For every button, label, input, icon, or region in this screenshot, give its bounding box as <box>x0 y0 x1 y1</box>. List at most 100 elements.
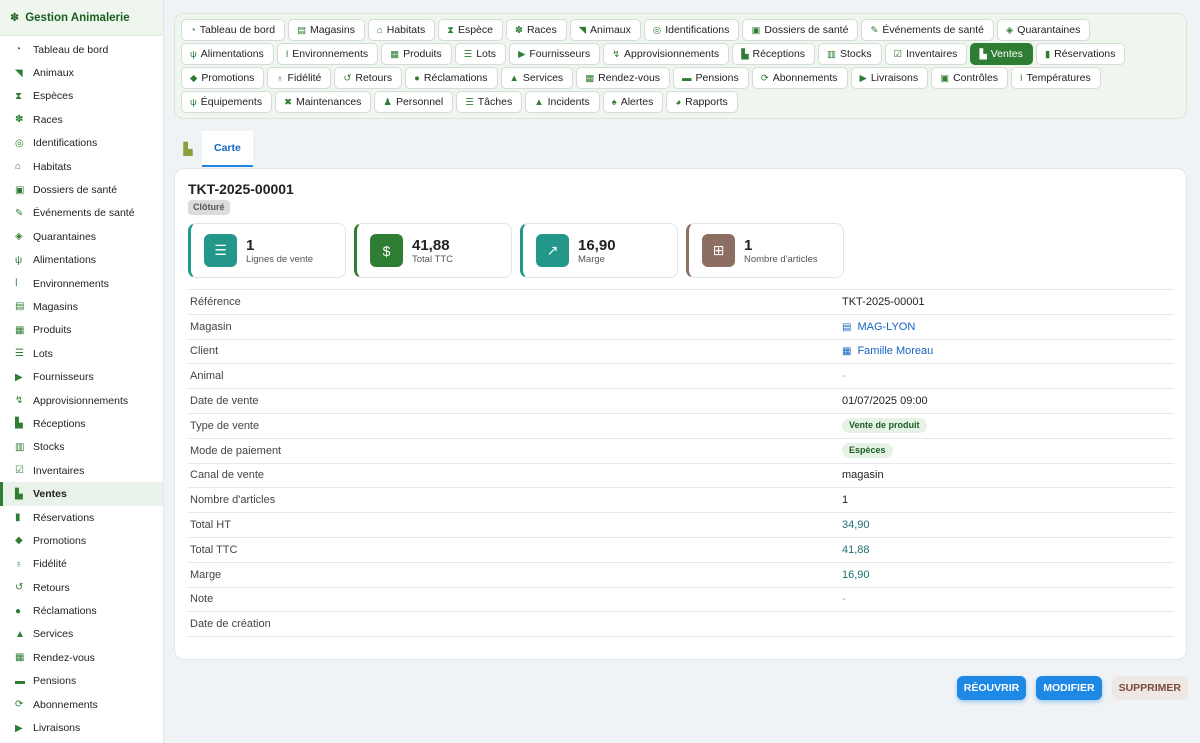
field-link[interactable]: ▤ MAG-LYON <box>842 321 915 333</box>
chip-inventaires[interactable]: ☑ Inventaires <box>884 43 968 65</box>
chip-controles[interactable]: ▣ Contrôles <box>931 67 1009 89</box>
sidebar-item-fournisseurs[interactable]: ▶ Fournisseurs <box>0 365 163 388</box>
sidebar-item-services[interactable]: ▲ Services <box>0 623 163 646</box>
chip-fournisseurs[interactable]: ▶ Fournisseurs <box>509 43 601 65</box>
table-row: Nombre d'articles 1 <box>188 487 1174 514</box>
chip-tableau-de-bord[interactable]: ◔ Tableau de bord <box>181 19 286 41</box>
chip-evenements-de-sante[interactable]: ✎ Événements de santé <box>861 19 994 41</box>
chip-lots[interactable]: ☰ Lots <box>454 43 507 65</box>
sidebar-item-approvisionnements[interactable]: ↯ Approvisionnements <box>0 389 163 412</box>
delete-button[interactable]: SUPPRIMER <box>1111 676 1188 700</box>
sidebar-item-habitats[interactable]: ⌂ Habitats <box>0 155 163 178</box>
chip-taches[interactable]: ☰ Tâches <box>456 91 523 113</box>
sidebar-item-races[interactable]: ✽ Races <box>0 108 163 131</box>
sidebar-item-identifications[interactable]: ◎ Identifications <box>0 132 163 155</box>
chip-alimentations[interactable]: ψ Alimentations <box>181 43 274 65</box>
chip-abonnements[interactable]: ⟳ Abonnements <box>751 67 848 89</box>
chip-retours[interactable]: ↺ Retours <box>334 67 403 89</box>
chip-livraisons[interactable]: ▶ Livraisons <box>850 67 929 89</box>
sidebar-item-label: Promotions <box>33 534 87 547</box>
sidebar-item-reservations[interactable]: ▮ Réservations <box>0 506 163 529</box>
register-icon[interactable]: ▙ <box>174 131 202 167</box>
tab-carte[interactable]: Carte <box>202 131 253 167</box>
chip-incidents[interactable]: ▲ Incidents <box>525 91 600 113</box>
sidebar-item-ventes[interactable]: ▙ Ventes <box>0 482 163 506</box>
sidebar-item-produits[interactable]: ▦ Produits <box>0 319 163 342</box>
sidebar-item-lots[interactable]: ☰ Lots <box>0 342 163 365</box>
sidebar-item-inventaires[interactable]: ☑ Inventaires <box>0 459 163 482</box>
chip-races[interactable]: ✽ Races <box>505 19 567 41</box>
sidebar-item-livraisons[interactable]: ▶ Livraisons <box>0 716 163 739</box>
chip-label: Événements de santé <box>882 24 984 36</box>
edit-button[interactable]: MODIFIER <box>1036 676 1102 700</box>
chip-pensions[interactable]: ▬ Pensions <box>673 67 749 89</box>
sidebar-item-pensions[interactable]: ▬ Pensions <box>0 670 163 693</box>
sidebar-item-receptions[interactable]: ▙ Réceptions <box>0 412 163 435</box>
app-title: Gestion Animalerie <box>25 11 130 24</box>
sidebar-item-quarantaines[interactable]: ◈ Quarantaines <box>0 225 163 248</box>
sidebar-item-reclamations[interactable]: ● Réclamations <box>0 599 163 622</box>
pensions-icon: ▬ <box>15 675 25 687</box>
kpi-text: 1 Lignes de vente <box>246 237 313 265</box>
chip-promotions[interactable]: ◆ Promotions <box>181 67 265 89</box>
chip-ventes[interactable]: ▙ Ventes <box>970 43 1033 65</box>
chip-dossiers-de-sante[interactable]: ▣ Dossiers de santé <box>742 19 859 41</box>
chip-rendez-vous[interactable]: ▦ Rendez-vous <box>576 67 671 89</box>
field-value-cell: 34,90 <box>840 512 1174 538</box>
app-brand[interactable]: ✽ Gestion Animalerie <box>0 0 163 36</box>
chip-stocks[interactable]: ▥ Stocks <box>818 43 882 65</box>
sidebar-item-fidelite[interactable]: ♁ Fidélité <box>0 553 163 576</box>
sidebar-item-promotions[interactable]: ◆ Promotions <box>0 529 163 552</box>
chip-produits[interactable]: ▦ Produits <box>381 43 452 65</box>
ventes-icon: ▙ <box>15 488 23 500</box>
sidebar-item-magasins[interactable]: ▤ Magasins <box>0 295 163 318</box>
sidebar-item-environnements[interactable]: ǀ Environnements <box>0 272 163 295</box>
chip-animaux[interactable]: ◥ Animaux <box>569 19 641 41</box>
livraisons-icon: ▶ <box>15 722 23 734</box>
chip-environnements[interactable]: ǀ Environnements <box>276 43 379 65</box>
dossiers-de-sante-icon: ▣ <box>751 24 761 36</box>
chip-temperatures[interactable]: ǀ Températures <box>1011 67 1101 89</box>
equipements-icon: ψ <box>190 96 197 108</box>
chip-maintenances[interactable]: ✖ Maintenances <box>275 91 372 113</box>
sidebar-item-animaux[interactable]: ◥ Animaux <box>0 61 163 84</box>
chip-rapports[interactable]: ◕ Rapports <box>666 91 738 113</box>
chip-reservations[interactable]: ▮ Réservations <box>1035 43 1126 65</box>
kpi-value: 16,90 <box>578 236 616 254</box>
sidebar-item-stocks[interactable]: ▥ Stocks <box>0 436 163 459</box>
chip-identifications[interactable]: ◎ Identifications <box>643 19 740 41</box>
sidebar-item-dossiers-de-sante[interactable]: ▣ Dossiers de santé <box>0 178 163 201</box>
sidebar-item-especes[interactable]: ⧗ Espèces <box>0 85 163 108</box>
chip-services[interactable]: ▲ Services <box>500 67 574 89</box>
chip-habitats[interactable]: ⌂ Habitats <box>368 19 436 41</box>
espece-icon: ⧗ <box>447 24 454 36</box>
chip-label: Ventes <box>990 48 1023 60</box>
chip-espece[interactable]: ⧗ Espèce <box>438 19 503 41</box>
kpi-label: Nombre d'articles <box>744 253 818 265</box>
sidebar-item-retours[interactable]: ↺ Retours <box>0 576 163 599</box>
chip-magasins[interactable]: ▤ Magasins <box>288 19 365 41</box>
sidebar-item-rendez-vous[interactable]: ▦ Rendez-vous <box>0 646 163 669</box>
sidebar-item-tableau-de-bord[interactable]: ◔ Tableau de bord <box>0 38 163 61</box>
chip-fidelite[interactable]: ♁ Fidélité <box>267 67 332 89</box>
sidebar-item-label: Quarantaines <box>33 230 97 243</box>
chip-alertes[interactable]: ♠ Alertes <box>602 91 664 113</box>
field-link-text: MAG-LYON <box>857 320 916 333</box>
chip-quarantaines[interactable]: ◈ Quarantaines <box>996 19 1091 41</box>
table-row: Référence TKT-2025-00001 <box>188 289 1174 315</box>
chip-label: Quarantaines <box>1017 24 1081 36</box>
sidebar-item-abonnements[interactable]: ⟳ Abonnements <box>0 693 163 716</box>
chip-equipements[interactable]: ψ Équipements <box>181 91 273 113</box>
chip-label: Contrôles <box>953 72 999 84</box>
field-value-cell: 01/07/2025 09:00 <box>840 388 1174 414</box>
chip-label: Espèce <box>457 24 493 36</box>
field-link[interactable]: ▦ Famille Moreau <box>842 345 933 357</box>
sidebar-item-evenements-de-sante[interactable]: ✎ Événements de santé <box>0 202 163 225</box>
chip-approvisionnements[interactable]: ↯ Approvisionnements <box>603 43 730 65</box>
sidebar-item-alimentations[interactable]: ψ Alimentations <box>0 249 163 272</box>
chip-personnel[interactable]: ♟ Personnel <box>374 91 454 113</box>
chip-receptions[interactable]: ▙ Réceptions <box>732 43 816 65</box>
chip-reclamations[interactable]: ● Réclamations <box>405 67 498 89</box>
reopen-button[interactable]: RÉOUVRIR <box>956 676 1027 700</box>
module-chips: ◔ Tableau de bord ▤ Magasins ⌂ Habitats ⧗ Espèc… <box>174 13 1187 119</box>
